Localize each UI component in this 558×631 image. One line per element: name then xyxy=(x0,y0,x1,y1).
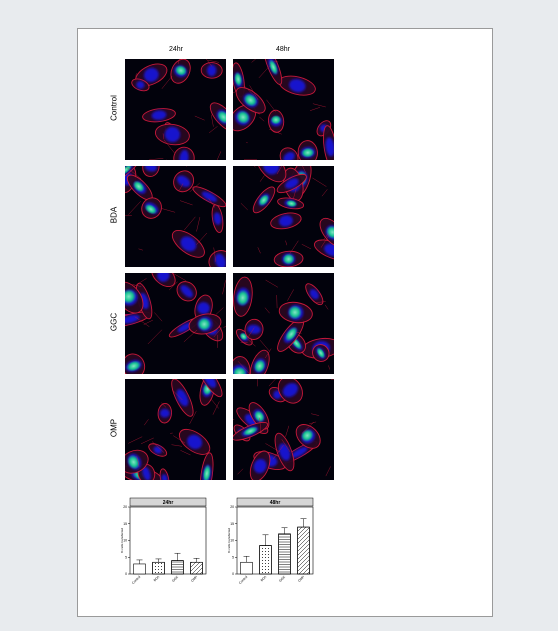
y-tick-label: 20 xyxy=(123,505,127,509)
x-tick-label: BDA xyxy=(260,574,268,582)
y-tick-label: 0 xyxy=(125,572,127,576)
chart-title: 48hr xyxy=(270,500,281,506)
chart-title: 24hr xyxy=(163,500,174,506)
micrograph-control-24hr xyxy=(125,59,226,160)
y-axis-label: % cells transfected xyxy=(227,528,231,554)
bar-fill-pattern xyxy=(190,561,203,575)
y-tick-label: 15 xyxy=(123,522,127,526)
column-header-24hr: 24hr xyxy=(168,46,183,53)
bar-chart-24hr: 24hr 0 5 10 15 20% cells transfected Control BD… xyxy=(118,496,212,608)
x-tick-label: BDA xyxy=(153,574,161,582)
micrograph-control-48hr xyxy=(233,59,334,160)
micrograph-omp-48hr xyxy=(233,379,334,480)
bar-fill-pattern xyxy=(152,561,165,575)
x-tick-label: OMP xyxy=(190,575,198,583)
y-tick-label: 5 xyxy=(232,555,234,559)
x-tick-label: GGC xyxy=(171,574,179,582)
bar-chart-48hr: 48hr 0 5 10 15 20% cells transfected Control BD… xyxy=(225,496,319,608)
row-label-omp: OMP xyxy=(109,418,119,438)
y-tick-label: 15 xyxy=(230,522,234,526)
micrograph-bda-48hr xyxy=(233,166,334,267)
x-tick-label: Control xyxy=(238,575,248,585)
row-label-ggc: GGC xyxy=(109,312,119,332)
x-tick-label: OMP xyxy=(297,575,305,583)
bar-fill-pattern xyxy=(278,533,291,575)
bar-fill-pattern xyxy=(171,560,184,575)
bar-fill-pattern xyxy=(297,526,310,575)
x-tick-label: GGC xyxy=(278,574,286,582)
bar xyxy=(133,563,146,575)
micrograph-bda-24hr xyxy=(125,166,226,267)
micrograph-omp-24hr xyxy=(125,379,226,480)
row-label-bda: BDA xyxy=(109,206,119,224)
row-label-control: Control xyxy=(109,95,119,121)
micrograph-ggc-48hr xyxy=(233,273,334,374)
document-page: 24hr 48hr Control BDA GGC OMP 24hr 0 5 10 15… xyxy=(77,28,493,617)
y-tick-label: 20 xyxy=(230,505,234,509)
x-tick-label: Control xyxy=(131,575,141,585)
y-tick-label: 5 xyxy=(125,555,127,559)
y-axis-label: % cells transfected xyxy=(120,528,124,554)
micrograph-ggc-24hr xyxy=(125,273,226,374)
column-header-48hr: 48hr xyxy=(275,46,290,53)
bar xyxy=(240,561,253,575)
y-tick-label: 0 xyxy=(232,572,234,576)
bar-fill-pattern xyxy=(259,545,272,575)
